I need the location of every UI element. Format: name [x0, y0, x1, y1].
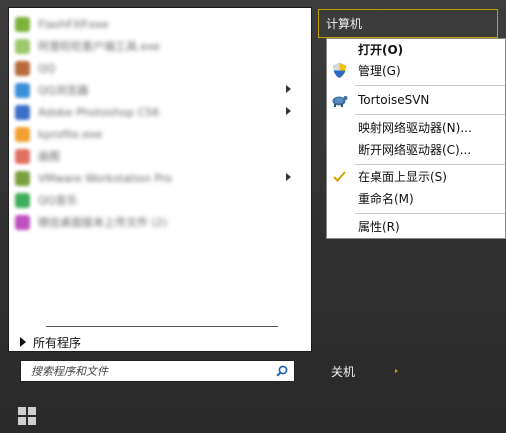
all-programs-label: 所有程序 [33, 335, 82, 350]
program-list-item[interactable]: kprofile.exe [13, 123, 305, 145]
program-label: VMware Workstation Pro [38, 171, 172, 185]
program-icon [15, 170, 30, 186]
start-menu: FlashFXP.exe 阿里旺旺客户端工具.exe QQ QQ浏览器 Adobe Ph… [0, 0, 506, 433]
program-icon [15, 60, 30, 76]
menu-item-map-network-drive-label: 映射网络驱动器(N)... [358, 121, 472, 135]
shield-icon [333, 63, 346, 78]
expand-arrow-icon [20, 337, 26, 347]
menu-item-open-label: 打开(O) [358, 43, 404, 57]
submenu-arrow-icon[interactable] [286, 173, 291, 181]
menu-item-tortoisesvn-label: TortoiseSVN [358, 92, 430, 107]
all-programs-button[interactable]: 所有程序 [20, 332, 220, 352]
program-list-item[interactable]: 画图 [13, 145, 305, 167]
divider [46, 326, 278, 327]
program-list-item[interactable]: Adobe Photoshop CS6 [13, 101, 305, 123]
menu-separator [355, 114, 505, 115]
program-list-item[interactable]: 阿里旺旺客户端工具.exe [13, 35, 305, 57]
menu-item-manage-label: 管理(G) [358, 64, 401, 78]
program-icon [15, 82, 30, 98]
computer-item[interactable]: 计算机 [318, 9, 498, 38]
search-box[interactable] [20, 360, 295, 382]
program-icon [15, 214, 30, 230]
program-label: FlashFXP.exe [38, 17, 109, 31]
program-list-item[interactable]: VMware Workstation Pro [13, 167, 305, 189]
program-label: QQ [38, 61, 56, 75]
menu-item-tortoisesvn[interactable]: TortoiseSVN [327, 89, 505, 110]
submenu-arrow-icon[interactable] [286, 107, 291, 115]
program-label: QQ音乐 [38, 194, 78, 207]
menu-item-disconnect-network-drive[interactable]: 断开网络驱动器(C)... [327, 139, 505, 160]
submenu-arrow-icon[interactable] [286, 85, 291, 93]
program-label: 微信桌面版本上传文件 (2) [38, 216, 168, 229]
search-input[interactable] [21, 361, 279, 381]
computer-label: 计算机 [326, 17, 363, 31]
menu-item-properties[interactable]: 属性(R) [327, 216, 505, 237]
menu-item-show-on-desktop[interactable]: 在桌面上显示(S) [327, 166, 505, 187]
shutdown-label: 关机 [331, 364, 356, 379]
program-icon [15, 148, 30, 164]
program-label: Adobe Photoshop CS6 [38, 105, 160, 119]
shutdown-button[interactable]: 关机 [331, 362, 411, 380]
program-list-item[interactable]: FlashFXP.exe [13, 13, 305, 35]
program-icon [15, 38, 30, 54]
windows-logo-icon[interactable] [18, 407, 37, 426]
menu-item-rename-label: 重命名(M) [358, 192, 414, 206]
menu-item-show-on-desktop-label: 在桌面上显示(S) [358, 170, 447, 184]
shutdown-options-arrow-icon[interactable] [395, 369, 398, 373]
menu-separator [355, 164, 505, 165]
program-icon [15, 192, 30, 208]
program-list-item[interactable]: 微信桌面版本上传文件 (2) [13, 211, 305, 233]
menu-separator [355, 213, 505, 214]
menu-item-map-network-drive[interactable]: 映射网络驱动器(N)... [327, 117, 505, 138]
menu-separator [355, 85, 505, 86]
menu-item-properties-label: 属性(R) [358, 220, 400, 234]
program-label: QQ浏览器 [38, 84, 89, 97]
program-icon [15, 126, 30, 142]
menu-item-open[interactable]: 打开(O) [327, 39, 505, 60]
program-icon [15, 16, 30, 32]
program-icon [15, 104, 30, 120]
check-icon [333, 171, 346, 182]
program-label: 阿里旺旺客户端工具.exe [38, 40, 161, 53]
menu-item-manage[interactable]: 管理(G) [327, 60, 505, 81]
program-label: 画图 [38, 150, 60, 163]
context-menu: 打开(O) 管理(G) TortoiseSVN 映射网络驱动器(N)... 断开… [326, 38, 506, 239]
program-label: kprofile.exe [38, 127, 103, 141]
menu-item-disconnect-network-drive-label: 断开网络驱动器(C)... [358, 143, 472, 157]
program-list-item[interactable]: QQ浏览器 [13, 79, 305, 101]
tortoise-icon [332, 96, 348, 107]
program-list-item[interactable]: QQ [13, 57, 305, 79]
program-list-pane: FlashFXP.exe 阿里旺旺客户端工具.exe QQ QQ浏览器 Adobe Ph… [8, 7, 312, 352]
program-list-item[interactable]: QQ音乐 [13, 189, 305, 211]
menu-item-rename[interactable]: 重命名(M) [327, 188, 505, 209]
search-icon[interactable] [276, 365, 288, 377]
